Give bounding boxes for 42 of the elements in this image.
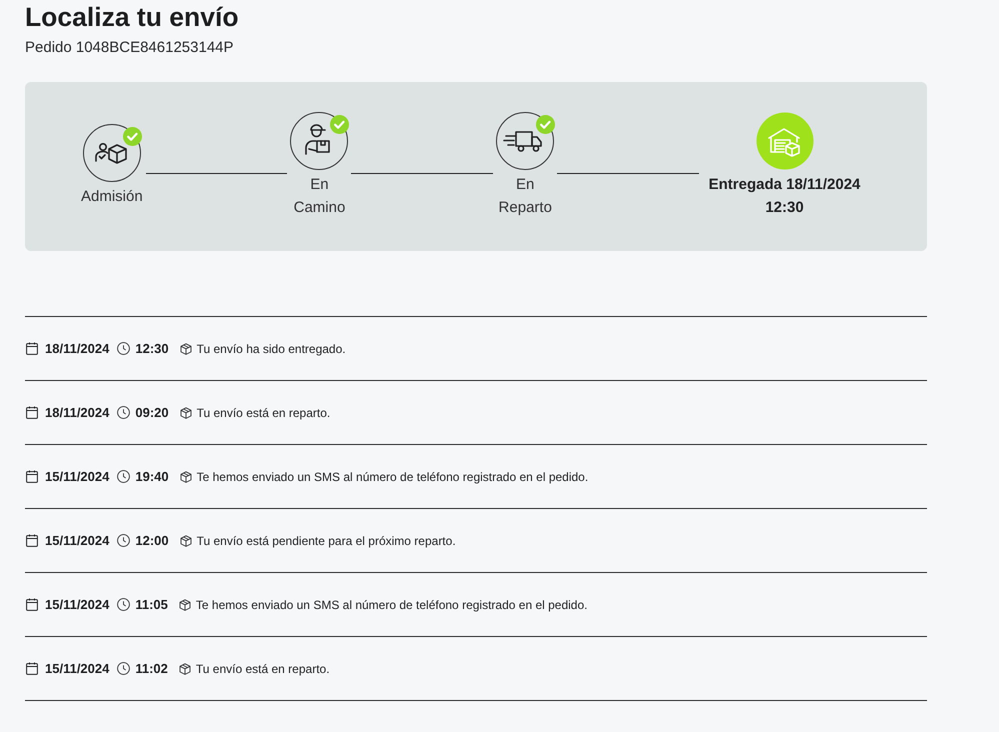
clock-icon <box>117 470 130 483</box>
event-time: 09:20 <box>135 404 169 422</box>
box-icon <box>178 662 191 674</box>
event-time: 12:00 <box>135 532 169 550</box>
event-time: 11:05 <box>135 596 168 614</box>
step-label: En Camino <box>294 175 346 218</box>
event-message: Tu envío está pendiente para el próximo reparto. <box>196 532 456 550</box>
box-icon <box>180 470 192 482</box>
clock-icon <box>117 342 130 355</box>
event-date: 18/11/2024 <box>45 404 110 422</box>
event-message: Te hemos enviado un SMS al número de teléfono registrado en el pedido. <box>196 468 588 486</box>
event-date: 18/11/2024 <box>45 340 110 358</box>
step-label: Entregada 18/11/2024 12:30 <box>708 175 862 218</box>
order-number: Pedido 1048BCE8461253144P <box>25 38 235 58</box>
event-message: Tu envío ha sido entregado. <box>196 340 346 358</box>
clock-icon <box>117 662 130 675</box>
step-label: Admisión <box>81 186 143 206</box>
clock-icon <box>117 534 130 547</box>
calendar-icon <box>26 470 38 483</box>
calendar-icon <box>26 342 38 355</box>
event-message: Tu envío está en reparto. <box>196 660 330 678</box>
event-message: Tu envío está en reparto. <box>196 404 330 422</box>
event-time: 11:02 <box>135 660 168 678</box>
box-icon <box>180 534 192 546</box>
calendar-icon <box>26 598 38 611</box>
event-time: 19:40 <box>135 468 169 486</box>
clock-icon <box>117 598 130 611</box>
event-message: Te hemos enviado un SMS al número de teléfono registrado en el pedido. <box>196 596 588 614</box>
step-label: En Reparto <box>498 175 552 218</box>
clock-icon <box>117 406 130 419</box>
box-icon <box>180 342 192 354</box>
box-icon <box>180 406 192 418</box>
calendar-icon <box>26 534 38 547</box>
box-icon <box>178 598 191 610</box>
event-date: 15/11/2024 <box>45 532 110 550</box>
calendar-icon <box>26 406 38 419</box>
event-date: 15/11/2024 <box>45 468 110 486</box>
calendar-icon <box>26 662 38 675</box>
page-title: Localiza tu envío <box>25 1 240 33</box>
event-time: 12:30 <box>135 340 169 358</box>
event-date: 15/11/2024 <box>45 596 110 614</box>
event-date: 15/11/2024 <box>45 660 110 678</box>
